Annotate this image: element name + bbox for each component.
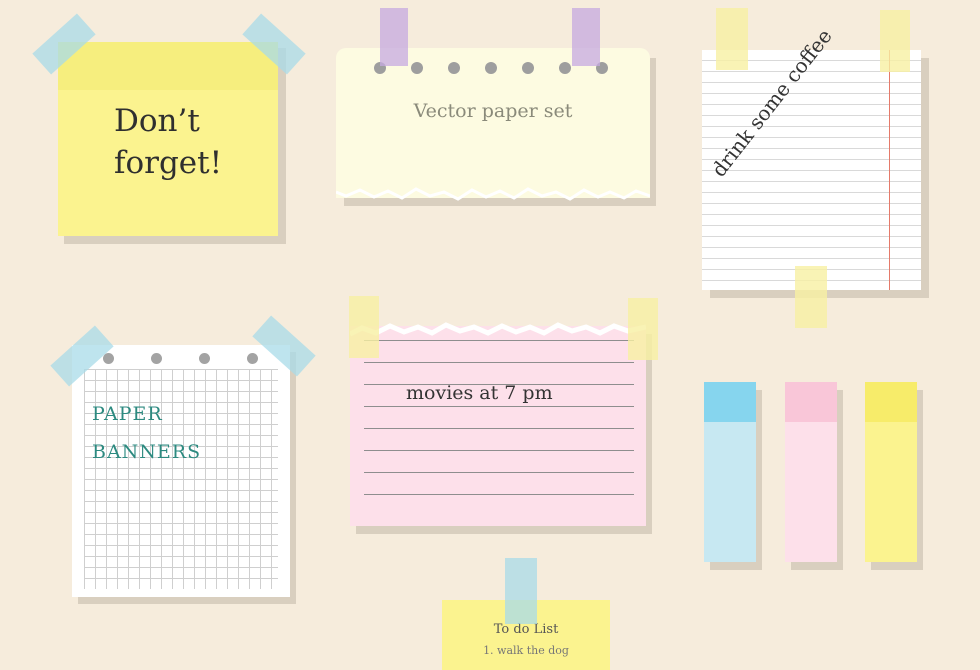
paper-banners-line1: PAPER <box>92 403 163 425</box>
punch-hole <box>103 353 114 364</box>
punch-hole <box>485 62 497 74</box>
dont-forget-line2: forget! <box>114 145 223 181</box>
punch-hole <box>448 62 460 74</box>
blue-tape <box>505 558 537 624</box>
yellow-bookmark <box>865 382 917 562</box>
yellow-tape <box>349 296 379 358</box>
vector-paper-set-note: Vector paper set <box>336 48 650 201</box>
purple-tape <box>380 8 408 66</box>
torn-edge <box>336 182 650 201</box>
ruled-line <box>364 406 634 407</box>
grid-pattern <box>84 369 278 589</box>
pink-bookmark <box>785 382 837 562</box>
todo-item: 1. walk the dog <box>483 644 569 657</box>
ruled-line <box>364 472 634 473</box>
ruled-line <box>364 494 634 495</box>
punch-hole <box>559 62 571 74</box>
vector-paper-set-text: Vector paper set <box>413 100 573 122</box>
paper-banners-line2: BANNERS <box>92 441 202 463</box>
bookmark-cap <box>865 382 917 422</box>
blue-bookmark <box>704 382 756 562</box>
yellow-tape <box>628 298 658 360</box>
ruled-line <box>364 362 634 363</box>
dont-forget-line1: Don’t <box>114 103 200 139</box>
punch-hole <box>199 353 210 364</box>
punch-hole <box>151 353 162 364</box>
movies-pink-note: movies at 7 pm <box>350 322 646 526</box>
ruled-line <box>364 450 634 451</box>
punch-hole <box>522 62 534 74</box>
yellow-tape <box>795 266 827 328</box>
ruled-line <box>364 428 634 429</box>
yellow-tape <box>880 10 910 72</box>
punch-hole <box>247 353 258 364</box>
purple-tape <box>572 8 600 66</box>
margin-line <box>889 50 890 290</box>
sticky-note-band <box>58 42 278 90</box>
torn-edge <box>350 322 646 337</box>
yellow-tape <box>716 8 748 70</box>
movies-text: movies at 7 pm <box>406 382 553 404</box>
drink-coffee-note: drink some coffee <box>702 24 921 290</box>
punch-hole <box>411 62 423 74</box>
paper-banners-grid-note: PAPER BANNERS <box>72 345 290 597</box>
bookmark-cap <box>704 382 756 422</box>
bookmark-cap <box>785 382 837 422</box>
ruled-line <box>364 340 634 341</box>
todo-title: To do List <box>493 622 559 637</box>
dont-forget-sticky-note: Don’t forget! <box>58 42 278 236</box>
dont-forget-text: Don’t forget! <box>114 100 222 184</box>
